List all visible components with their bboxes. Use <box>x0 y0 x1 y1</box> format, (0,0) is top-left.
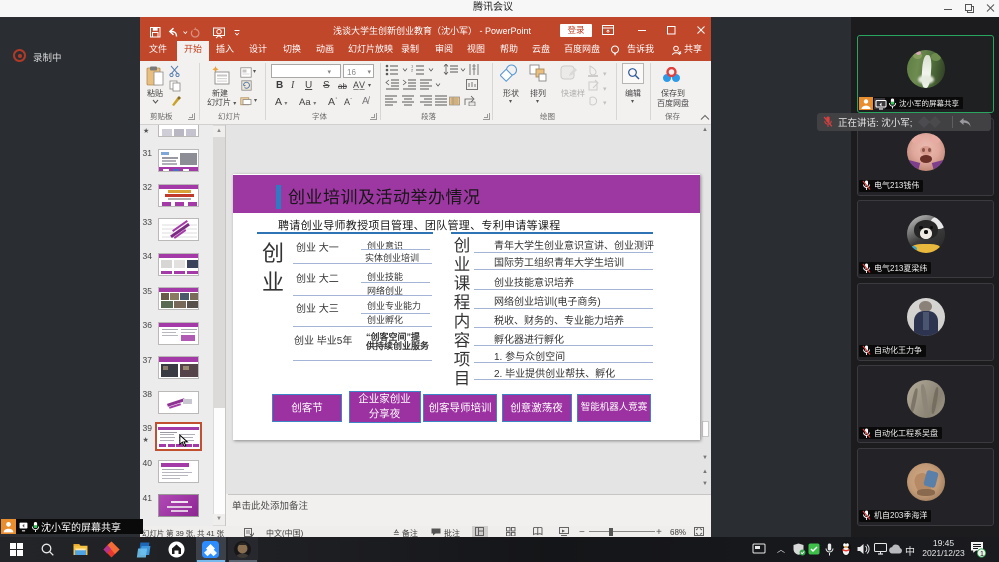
svg-text:2: 2 <box>411 68 414 73</box>
svg-text:1: 1 <box>980 551 984 558</box>
svg-text:▾: ▾ <box>603 100 607 107</box>
svg-text:▾: ▾ <box>603 86 607 93</box>
svg-text:▾: ▾ <box>603 71 607 78</box>
